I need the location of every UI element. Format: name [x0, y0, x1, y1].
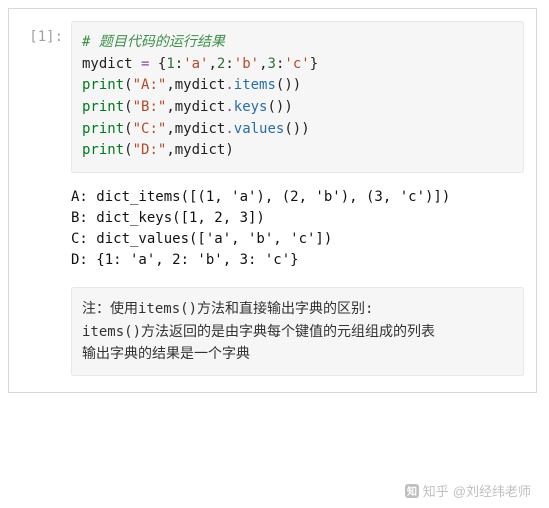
watermark: 知 知乎 @刘经纬老师	[405, 481, 531, 500]
code-block: # 题目代码的运行结果 mydict = {1:'a',2:'b',3:'c'}…	[71, 21, 524, 173]
code-line-3: print("A:",mydict.items())	[82, 77, 301, 93]
code-line-2: mydict = {1:'a',2:'b',3:'c'}	[82, 56, 318, 72]
output-line-2: B: dict_keys([1, 2, 3])	[71, 210, 265, 226]
output-block: A: dict_items([(1, 'a'), (2, 'b'), (3, '…	[71, 185, 524, 277]
note-line-3: 输出字典的结果是一个字典	[82, 343, 513, 365]
code-line-5: print("C:",mydict.values())	[82, 121, 310, 137]
note-row: 注：使用items()方法和直接输出字典的区别: items()方法返回的是由字…	[9, 283, 536, 392]
code-content: # 题目代码的运行结果 mydict = {1:'a',2:'b',3:'c'}…	[71, 21, 536, 179]
code-cell-row: [1]: # 题目代码的运行结果 mydict = {1:'a',2:'b',3…	[9, 9, 536, 179]
note-line-1: 注：使用items()方法和直接输出字典的区别:	[82, 298, 513, 320]
output-content: A: dict_items([(1, 'a'), (2, 'b'), (3, '…	[71, 185, 536, 283]
svg-text:知: 知	[406, 485, 417, 498]
output-prompt	[9, 185, 71, 283]
output-row: A: dict_items([(1, 'a'), (2, 'b'), (3, '…	[9, 179, 536, 283]
output-line-1: A: dict_items([(1, 'a'), (2, 'b'), (3, '…	[71, 189, 450, 205]
watermark-brand: 知乎	[423, 481, 449, 500]
note-prompt	[9, 285, 71, 392]
zhihu-icon: 知	[405, 484, 419, 498]
input-prompt: [1]:	[9, 21, 71, 179]
watermark-author: @刘经纬老师	[453, 481, 531, 500]
note-block: 注：使用items()方法和直接输出字典的区别: items()方法返回的是由字…	[71, 287, 524, 376]
output-line-3: C: dict_values(['a', 'b', 'c'])	[71, 231, 332, 247]
code-line-6: print("D:",mydict)	[82, 142, 234, 158]
code-line-4: print("B:",mydict.keys())	[82, 99, 293, 115]
notebook-container: [1]: # 题目代码的运行结果 mydict = {1:'a',2:'b',3…	[8, 8, 537, 393]
code-comment: # 题目代码的运行结果	[82, 34, 225, 50]
output-line-4: D: {1: 'a', 2: 'b', 3: 'c'}	[71, 252, 299, 268]
note-content: 注：使用items()方法和直接输出字典的区别: items()方法返回的是由字…	[71, 285, 536, 392]
note-line-2: items()方法返回的是由字典每个键值的元组组成的列表	[82, 321, 513, 343]
